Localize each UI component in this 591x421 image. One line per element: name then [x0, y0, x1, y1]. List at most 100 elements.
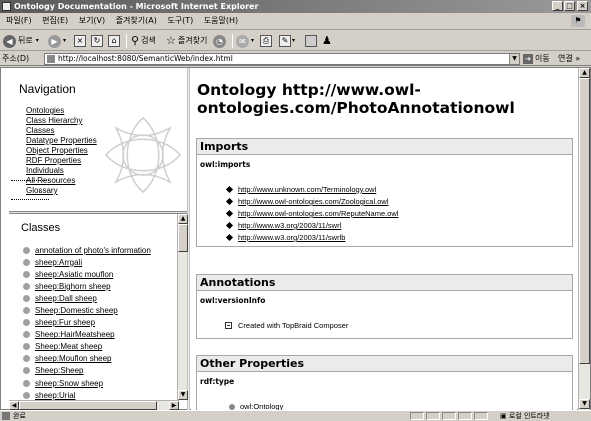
forward-button[interactable]: ▶ ▾ — [48, 33, 66, 49]
menu-favorites[interactable]: 즐겨찾기(A) — [112, 13, 161, 29]
refresh-icon: ↻ — [91, 35, 103, 47]
class-link[interactable]: Sheep:Meat sheep — [35, 342, 102, 351]
intranet-icon: ▣ — [500, 412, 509, 420]
scroll-down-icon[interactable]: ▼ — [579, 399, 590, 409]
bullet-icon — [23, 246, 30, 254]
import-item: http://www.unknown.com/Terminology.owl — [225, 185, 376, 194]
scroll-up-icon[interactable]: ▲ — [579, 68, 590, 78]
menu-bar: 파일(F) 편집(E) 보기(V) 즐겨찾기(A) 도구(T) 도움말(H) ⚑ — [0, 13, 591, 30]
nav-link-classes[interactable]: Classes — [26, 126, 97, 136]
nav-link-individuals[interactable]: Individuals — [26, 166, 97, 176]
edit-page-icon: ✎ — [279, 35, 291, 47]
bullet-icon — [23, 319, 30, 327]
menu-edit[interactable]: 편집(E) — [38, 13, 72, 29]
class-link[interactable]: sheep:Fur sheep — [35, 318, 95, 327]
mail-icon: ✉ — [236, 34, 249, 48]
print-button[interactable]: ⎙ — [260, 33, 272, 49]
messenger-button[interactable]: ♟ — [322, 33, 332, 49]
class-link[interactable]: annotation of photo's information — [35, 246, 151, 255]
bullet-icon — [23, 355, 30, 363]
address-bar: 주소(D) http://localhost:8080/SemanticWeb/… — [0, 52, 591, 66]
classes-horizontal-scrollbar[interactable]: ◀ ▶ — [9, 400, 179, 410]
back-dropdown-icon[interactable]: ▾ — [36, 33, 39, 49]
import-link[interactable]: http://www.owl-ontologies.com/Zoological… — [238, 197, 388, 206]
address-dropdown-icon[interactable]: ▼ — [509, 54, 519, 64]
close-button[interactable]: × — [577, 1, 588, 11]
page-icon — [47, 55, 55, 63]
bullet-icon — [23, 270, 30, 278]
search-button[interactable]: ⚲ 검색 — [131, 33, 156, 49]
address-input[interactable]: http://localhost:8080/SemanticWeb/index.… — [44, 53, 520, 65]
nav-link-all-resources[interactable]: All Resources — [26, 176, 97, 186]
scroll-down-icon[interactable]: ▼ — [178, 390, 188, 400]
imports-section: Imports owl:imports http://www.unknown.c… — [196, 138, 573, 247]
scroll-thumb[interactable] — [178, 224, 188, 252]
minimize-button[interactable]: _ — [552, 1, 563, 11]
history-button[interactable]: ◔ — [213, 33, 228, 49]
menu-tools[interactable]: 도구(T) — [163, 13, 197, 29]
import-link[interactable]: http://www.owl-ontologies.com/ReputeName… — [238, 209, 399, 218]
class-link[interactable]: sheep:Asiatic mouflon — [35, 270, 113, 279]
back-label: 뒤로 — [18, 36, 33, 45]
mail-button[interactable]: ✉ ▾ — [236, 33, 254, 49]
print-icon: ⎙ — [260, 35, 272, 47]
links-button[interactable]: 연결 » — [558, 52, 580, 65]
home-button[interactable]: ⌂ — [108, 33, 120, 49]
scroll-up-icon[interactable]: ▲ — [178, 214, 188, 224]
window-title: Ontology Documentation - Microsoft Inter… — [14, 2, 259, 11]
edit-button[interactable]: ✎ ▾ — [279, 33, 295, 49]
back-button[interactable]: ◀ 뒤로 ▾ — [3, 33, 39, 49]
toolbar-separator — [232, 34, 233, 48]
import-link[interactable]: http://www.w3.org/2003/11/swrlb — [238, 233, 345, 242]
scroll-thumb[interactable] — [579, 78, 590, 364]
import-link[interactable]: http://www.unknown.com/Terminology.owl — [238, 185, 376, 194]
diamond-bullet-icon — [225, 221, 234, 230]
bullet-icon — [23, 367, 30, 375]
menu-file[interactable]: 파일(F) — [2, 13, 36, 29]
go-button[interactable]: ➔ 이동 — [523, 53, 550, 65]
maximize-button[interactable]: □ — [564, 1, 575, 11]
edit-dropdown-icon[interactable]: ▾ — [292, 33, 295, 49]
nav-link-glossary[interactable]: Glossary — [26, 186, 97, 196]
class-link[interactable]: sheep:Dall sheep — [35, 294, 97, 303]
favorites-button[interactable]: ☆ 즐겨찾기 — [166, 33, 207, 49]
menu-help[interactable]: 도움말(H) — [200, 13, 242, 29]
scroll-thumb[interactable] — [19, 401, 157, 410]
browser-window: Ontology Documentation - Microsoft Inter… — [0, 0, 591, 420]
menu-view[interactable]: 보기(V) — [75, 13, 109, 29]
refresh-button[interactable]: ↻ — [91, 33, 103, 49]
annotations-heading: Annotations — [197, 275, 572, 291]
main-vertical-scrollbar[interactable]: ▲ ▼ — [578, 68, 590, 411]
history-icon: ◔ — [213, 34, 226, 48]
mail-dropdown-icon[interactable]: ▾ — [251, 33, 254, 49]
nav-link-object-properties[interactable]: Object Properties — [26, 146, 97, 156]
address-label: 주소(D) — [2, 54, 30, 63]
class-link[interactable]: sheep:Mouflon sheep — [35, 354, 112, 363]
class-link[interactable]: sheep:Snow sheep — [35, 379, 103, 388]
class-link[interactable]: Sheep:HairMeatsheep — [35, 330, 115, 339]
nav-link-ontologies[interactable]: Ontologies — [26, 106, 97, 116]
scroll-right-icon[interactable]: ▶ — [169, 401, 179, 410]
discuss-button[interactable] — [305, 33, 317, 49]
ie-app-icon — [2, 2, 11, 11]
other-property: rdf:type — [200, 377, 235, 386]
scroll-left-icon[interactable]: ◀ — [9, 401, 19, 410]
class-link[interactable]: Sheep:Sheep — [35, 366, 84, 375]
status-panel — [410, 412, 424, 420]
class-link[interactable]: sheep:Bighorn sheep — [35, 282, 111, 291]
classes-vertical-scrollbar[interactable]: ▲ ▼ — [177, 214, 188, 400]
class-link[interactable]: sheep:Urial — [35, 391, 75, 400]
annotation-value: Created with TopBraid Composer — [225, 321, 348, 330]
list-item: Sheep:Domestic sheep — [23, 304, 151, 316]
nav-link-rdf-properties[interactable]: RDF Properties — [26, 156, 97, 166]
class-link[interactable]: Sheep:Domestic sheep — [35, 306, 118, 315]
import-link[interactable]: http://www.w3.org/2003/11/swrl — [238, 221, 341, 230]
forward-dropdown-icon[interactable]: ▾ — [63, 33, 66, 49]
back-arrow-icon: ◀ — [3, 34, 16, 48]
bullet-icon — [23, 294, 30, 302]
nav-link-datatype-properties[interactable]: Datatype Properties — [26, 136, 97, 146]
favorites-star-icon: ☆ — [166, 34, 176, 47]
class-link[interactable]: sheep:Arrgali — [35, 258, 82, 267]
nav-link-class-hierarchy[interactable]: Class Hierarchy — [26, 116, 97, 126]
stop-button[interactable]: × — [74, 33, 86, 49]
